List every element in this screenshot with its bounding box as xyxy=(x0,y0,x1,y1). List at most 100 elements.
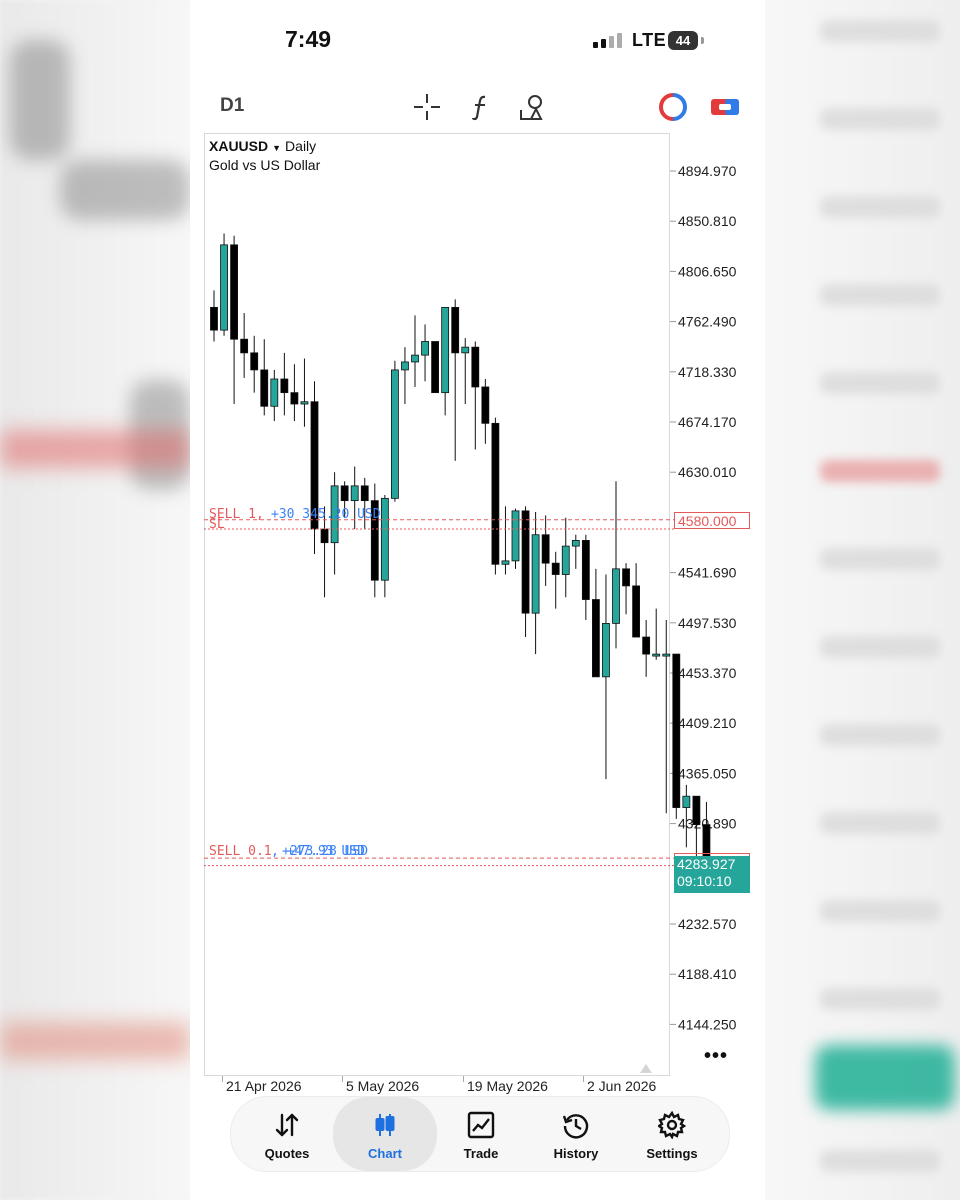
candle-body xyxy=(581,540,590,600)
one-click-icon[interactable] xyxy=(710,92,740,122)
candle-body xyxy=(300,401,309,405)
candle-body xyxy=(210,306,218,331)
candle-body xyxy=(290,392,299,405)
candle-body xyxy=(401,361,409,371)
candle-body xyxy=(340,485,349,502)
candle-body xyxy=(521,510,530,614)
date-tick xyxy=(463,1076,464,1082)
chart-toolbar: D1 xyxy=(190,82,765,130)
price-axis-label: 4409.210 xyxy=(678,715,737,731)
tab-trade[interactable]: Trade xyxy=(433,1097,529,1171)
function-icon[interactable] xyxy=(466,92,496,122)
date-label: 5 May 2026 xyxy=(346,1078,420,1094)
blurred-shape xyxy=(820,548,940,570)
status-time: 7:49 xyxy=(285,26,332,52)
timeframe-button[interactable]: D1 xyxy=(220,95,244,117)
battery-tip xyxy=(701,37,704,44)
order-line-label: SELL 0.1 xyxy=(209,844,272,859)
candle-body xyxy=(411,354,419,363)
bid-price: 4283.927 xyxy=(677,856,736,872)
tab-settings[interactable]: Settings xyxy=(624,1097,720,1171)
battery-icon: 44 xyxy=(668,31,698,50)
bar-countdown: 09:10:10 xyxy=(677,873,732,889)
network-label: LTE xyxy=(632,30,667,50)
price-axis-label: 4630.010 xyxy=(678,464,737,480)
chart-candles-icon xyxy=(375,1114,395,1136)
price-axis-label: 4806.650 xyxy=(678,263,737,279)
price-axis-label: 4850.810 xyxy=(678,213,737,229)
price-axis-label: 4232.570 xyxy=(678,916,737,932)
price-axis-label: 4894.970 xyxy=(678,163,737,179)
date-axis: 21 Apr 2026 5 May 2026 19 May 2026 2 Jun… xyxy=(204,1076,670,1096)
signal-icon xyxy=(593,33,622,48)
symbol-header[interactable]: XAUUSD ▼ Daily xyxy=(209,138,316,154)
gear-icon xyxy=(658,1111,686,1139)
candle-body xyxy=(612,568,620,624)
tab-label: Settings xyxy=(646,1146,698,1161)
candle-body xyxy=(632,585,641,638)
blurred-shape xyxy=(0,430,190,468)
candle-body xyxy=(320,528,329,544)
candle-body xyxy=(431,341,440,394)
history-icon xyxy=(562,1114,589,1139)
candle-body xyxy=(380,497,389,581)
price-axis-label: 4497.530 xyxy=(678,615,737,631)
tab-label: History xyxy=(553,1146,599,1161)
blurred-shape xyxy=(10,40,70,160)
candle-body xyxy=(531,534,540,614)
price-axis-label: 4144.250 xyxy=(678,1016,737,1032)
objects-icon[interactable] xyxy=(518,92,548,122)
candle-body xyxy=(240,338,249,354)
scroll-marker xyxy=(640,1064,652,1073)
candle-body xyxy=(441,306,450,394)
candle-body xyxy=(571,540,580,547)
candlestick-chart[interactable]: 4894.970 4850.810 4806.650 4762.490 4718.330… xyxy=(204,133,756,1076)
blurred-shape xyxy=(820,636,940,658)
symbol-dropdown-icon[interactable]: ▼ xyxy=(272,143,281,153)
tab-label: Trade xyxy=(463,1146,499,1161)
candle-body xyxy=(471,346,480,388)
candle-body xyxy=(501,560,510,565)
candle-body xyxy=(280,378,289,394)
blurred-backdrop-right xyxy=(755,0,960,1200)
candle-body xyxy=(692,795,701,826)
chart-area[interactable]: 4894.970 4850.810 4806.650 4762.490 4718.330… xyxy=(204,133,756,1076)
candle-body xyxy=(270,378,279,407)
blurred-shape xyxy=(820,812,940,834)
more-options-button[interactable]: ••• xyxy=(704,1045,728,1068)
candle-body xyxy=(390,369,399,499)
candle-body xyxy=(360,485,369,502)
price-axis-label: 4453.370 xyxy=(678,665,737,681)
blurred-shape xyxy=(815,1045,955,1110)
candle-body xyxy=(451,306,460,354)
quotes-icon xyxy=(275,1113,299,1137)
tab-chart[interactable]: Chart xyxy=(333,1097,437,1171)
tab-label: Chart xyxy=(368,1146,402,1161)
candle-body xyxy=(541,534,550,564)
price-axis-label: 4674.170 xyxy=(678,414,737,430)
price-axis-label: 4365.050 xyxy=(678,765,737,781)
sl-price-tag[interactable]: 4580.000 xyxy=(674,512,750,529)
blurred-shape xyxy=(820,460,940,482)
symbol-description: Gold vs US Dollar xyxy=(209,157,321,173)
date-label: 2 Jun 2026 xyxy=(587,1078,657,1094)
candle-body xyxy=(220,244,228,331)
candle-body xyxy=(350,485,359,502)
candle-body xyxy=(421,341,429,356)
blurred-shape xyxy=(820,724,940,746)
candle-body xyxy=(662,653,671,657)
crosshair-icon[interactable] xyxy=(412,92,442,122)
tab-quotes[interactable]: Quotes xyxy=(239,1097,335,1171)
blurred-shape xyxy=(820,900,940,922)
date-label: 19 May 2026 xyxy=(467,1078,548,1094)
tab-label: Quotes xyxy=(264,1146,310,1161)
candle-body xyxy=(602,623,610,678)
date-tick xyxy=(342,1076,343,1082)
trade-toggle-icon[interactable] xyxy=(658,92,688,122)
tab-history[interactable]: History xyxy=(528,1097,624,1171)
candle-body xyxy=(551,562,560,575)
price-axis-label: 4541.690 xyxy=(678,565,737,581)
candle-body xyxy=(561,545,570,575)
candle-body xyxy=(491,422,500,565)
blurred-shape xyxy=(820,1150,940,1172)
